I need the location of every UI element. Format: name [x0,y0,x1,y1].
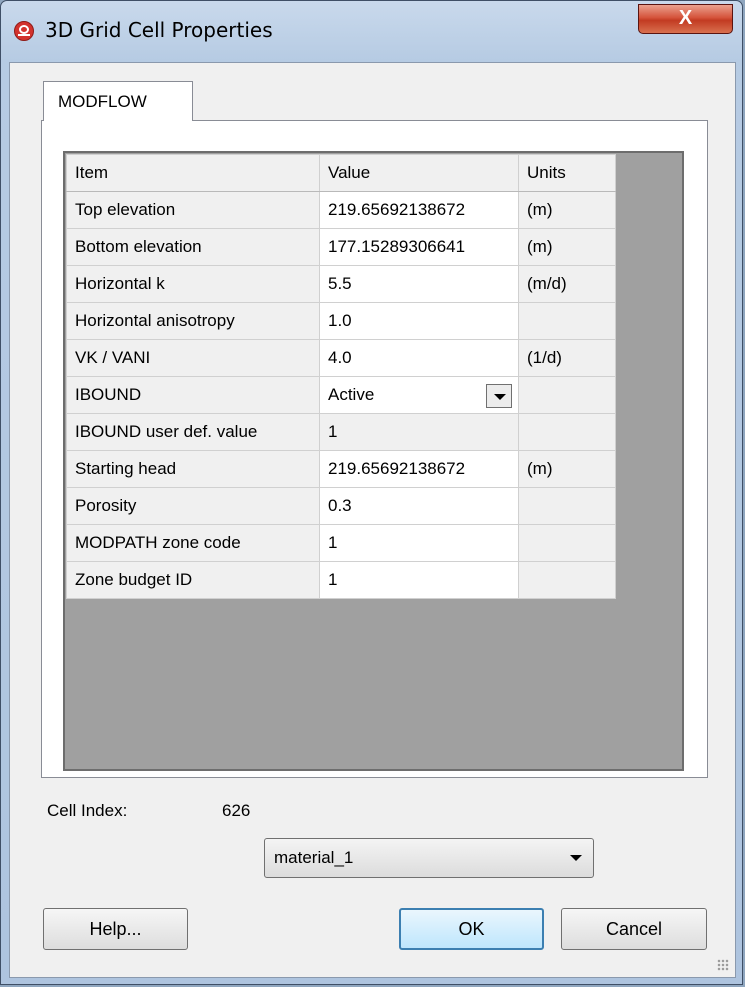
table-row: IBOUND Active [66,376,616,414]
property-name: Horizontal k [66,265,320,303]
cell-index-label: Cell Index: [47,801,128,820]
column-header-item[interactable]: Item [66,154,320,192]
title-bar[interactable]: 3D Grid Cell Properties X [1,1,742,61]
property-value-input[interactable]: 219.65692138672 [319,191,519,229]
table-row: IBOUND user def. value 1 [66,413,616,451]
property-value-input[interactable]: 219.65692138672 [319,450,519,488]
help-button[interactable]: Help... [43,908,188,950]
property-units: (1/d) [518,339,616,377]
dialog-body: MODFLOW Item Value Units Top elevation 2… [9,62,736,978]
app-logo-icon [14,21,34,41]
property-name: Zone budget ID [66,561,320,599]
property-units [518,302,616,340]
tab-modflow[interactable]: MODFLOW [43,81,193,121]
ok-button[interactable]: OK [399,908,544,950]
ibound-selected-value: Active [328,385,375,404]
property-name: Top elevation [66,191,320,229]
material-dropdown[interactable]: material_1 [264,838,594,878]
property-value-input[interactable]: 4.0 [319,339,519,377]
property-units [518,561,616,599]
property-value-input[interactable]: 5.5 [319,265,519,303]
property-value-input[interactable]: 1.0 [319,302,519,340]
property-name: Starting head [66,450,320,488]
property-value-input[interactable]: 177.15289306641 [319,228,519,266]
property-units: (m/d) [518,265,616,303]
table-row: Bottom elevation 177.15289306641 (m) [66,228,616,266]
property-units [518,524,616,562]
column-header-value[interactable]: Value [319,154,519,192]
property-value-input[interactable]: 1 [319,561,519,599]
cell-index-value: 626 [222,801,251,820]
ibound-dropdown[interactable]: Active [319,376,519,414]
property-units: (m) [518,228,616,266]
chevron-down-icon [570,855,582,861]
property-units [518,487,616,525]
table-row: MODPATH zone code 1 [66,524,616,562]
table-header-row: Item Value Units [66,154,616,192]
material-selected-value: material_1 [274,848,354,867]
property-units [518,413,616,451]
table-row: Zone budget ID 1 [66,561,616,599]
property-name: IBOUND user def. value [66,413,320,451]
window-title: 3D Grid Cell Properties [45,18,273,42]
property-name: IBOUND [66,376,320,414]
property-value-input[interactable]: 0.3 [319,487,519,525]
close-button[interactable]: X [638,4,733,34]
table-row: Horizontal anisotropy 1.0 [66,302,616,340]
cancel-button[interactable]: Cancel [561,908,707,950]
property-name: MODPATH zone code [66,524,320,562]
chevron-down-icon[interactable] [486,384,512,408]
tab-panel-modflow: Item Value Units Top elevation 219.65692… [41,120,708,778]
dialog-window: 3D Grid Cell Properties X MODFLOW Item V… [0,0,743,985]
property-value-readonly: 1 [319,413,519,451]
properties-grid: Item Value Units Top elevation 219.65692… [63,151,684,771]
column-header-units[interactable]: Units [518,154,616,192]
property-name: Bottom elevation [66,228,320,266]
table-row: Top elevation 219.65692138672 (m) [66,191,616,229]
resize-grip-icon[interactable] [717,959,729,971]
table-row: VK / VANI 4.0 (1/d) [66,339,616,377]
property-units [518,376,616,414]
properties-table: Item Value Units Top elevation 219.65692… [66,154,616,599]
property-units: (m) [518,450,616,488]
property-units: (m) [518,191,616,229]
table-row: Starting head 219.65692138672 (m) [66,450,616,488]
property-name: Porosity [66,487,320,525]
property-value-input[interactable]: 1 [319,524,519,562]
table-row: Porosity 0.3 [66,487,616,525]
property-name: Horizontal anisotropy [66,302,320,340]
table-row: Horizontal k 5.5 (m/d) [66,265,616,303]
property-name: VK / VANI [66,339,320,377]
